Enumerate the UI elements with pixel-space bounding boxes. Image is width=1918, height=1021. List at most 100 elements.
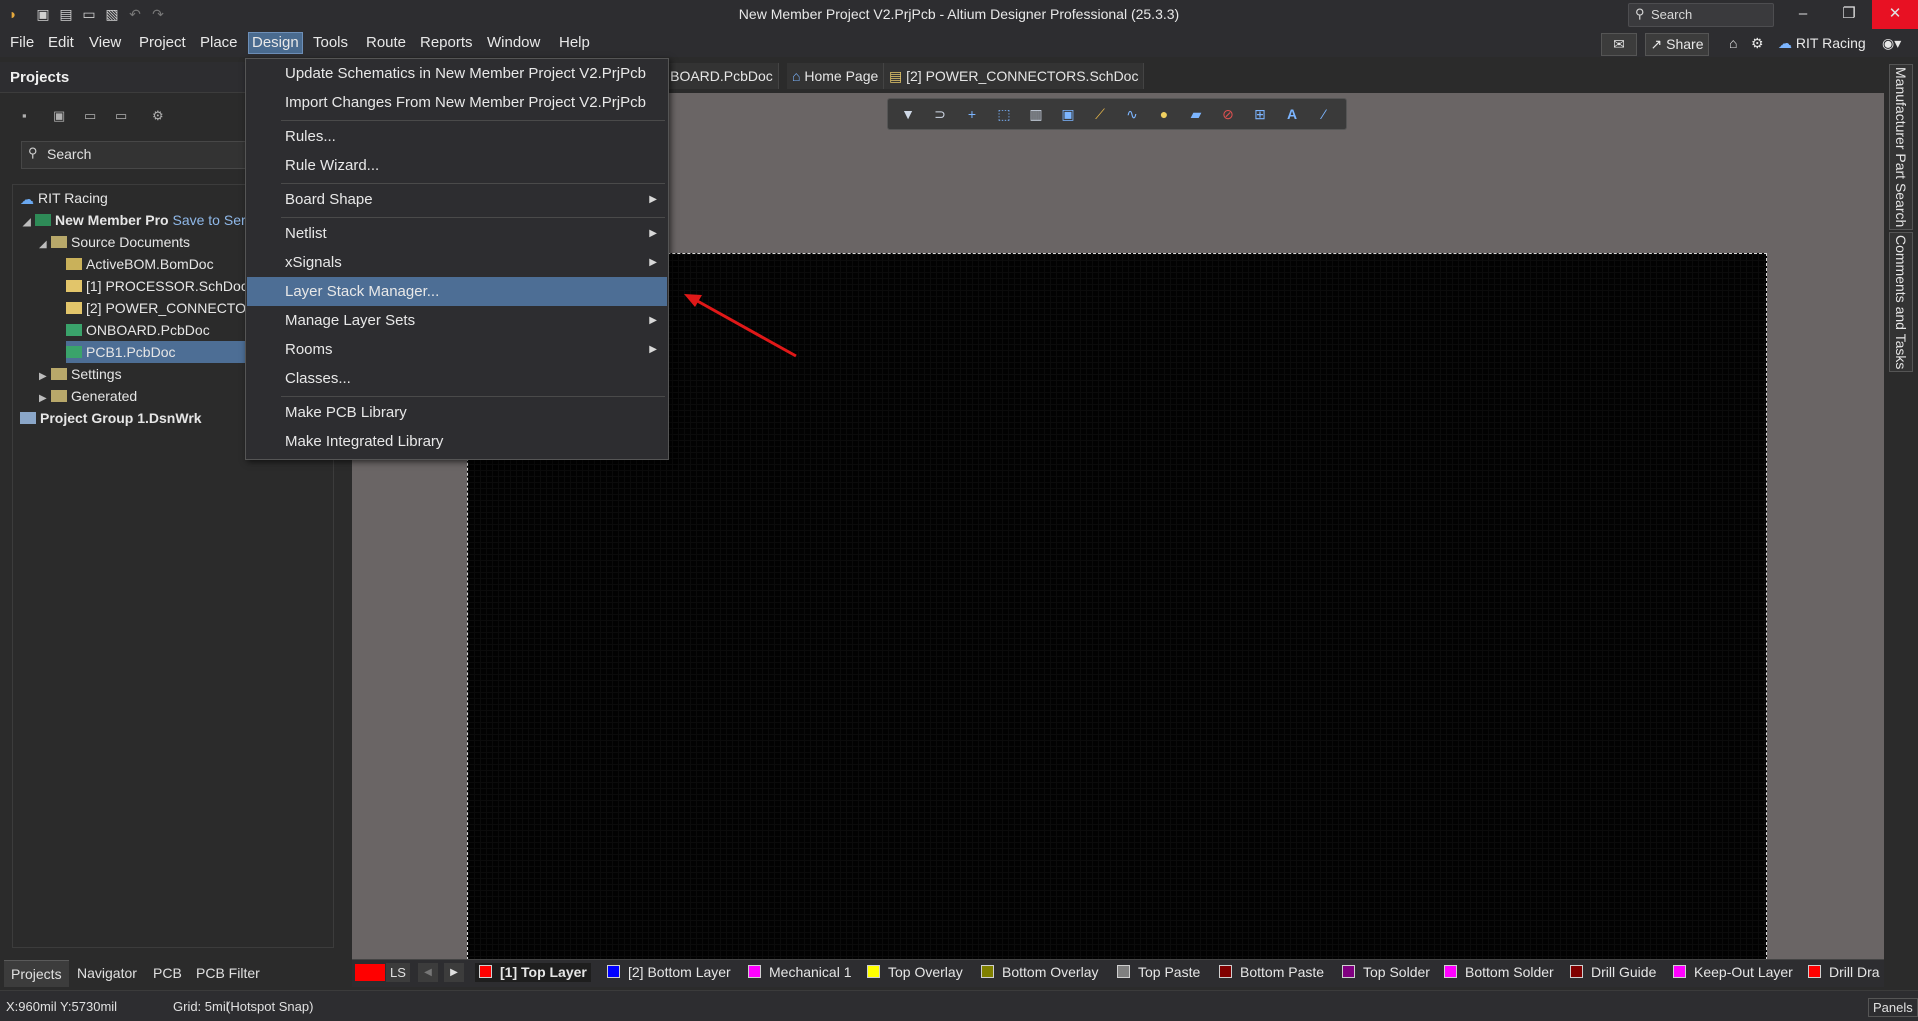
route-icon[interactable]: ⟋ bbox=[1091, 106, 1109, 122]
menu-tools[interactable]: Tools bbox=[310, 33, 351, 53]
folder-remove-icon[interactable]: ▭ bbox=[115, 108, 133, 126]
layer-set-button[interactable]: LS bbox=[386, 963, 410, 982]
menu-make-integrated-library[interactable]: Make Integrated Library bbox=[247, 427, 667, 456]
menu-update-schematics[interactable]: Update Schematics in New Member Project … bbox=[247, 59, 667, 88]
line-icon[interactable]: ⁄ bbox=[1315, 106, 1333, 122]
menu-design[interactable]: Design bbox=[248, 32, 303, 54]
menu-rooms[interactable]: Rooms ▶ bbox=[247, 335, 667, 364]
comments-and-tasks-tab[interactable]: Comments and Tasks bbox=[1889, 232, 1913, 372]
layer-tab[interactable]: [2] Bottom Layer bbox=[607, 963, 731, 982]
menu-xsignals[interactable]: xSignals ▶ bbox=[247, 248, 667, 277]
menu-board-shape[interactable]: Board Shape ▶ bbox=[247, 185, 667, 214]
collapse-arrow-icon[interactable]: ◢ bbox=[39, 234, 51, 256]
folder-add-icon[interactable]: ▭ bbox=[84, 108, 102, 126]
user-icon[interactable]: ◉▾ bbox=[1882, 33, 1901, 54]
gear-icon[interactable]: ⚙ bbox=[1751, 33, 1764, 54]
place-component-icon[interactable]: ▣ bbox=[1059, 106, 1077, 122]
menu-help[interactable]: Help bbox=[556, 33, 593, 53]
share-button[interactable]: ↗ Share bbox=[1645, 33, 1709, 56]
layer-scroll-left-icon[interactable]: ◀ bbox=[418, 963, 438, 982]
tree-file[interactable]: [1] PROCESSOR.SchDoc bbox=[66, 275, 248, 297]
layer-tab[interactable]: [1] Top Layer bbox=[475, 963, 591, 982]
layer-tab[interactable]: Mechanical 1 bbox=[748, 963, 852, 982]
menu-project[interactable]: Project bbox=[136, 33, 189, 53]
panels-button[interactable]: Panels bbox=[1868, 998, 1918, 1017]
layer-tab-label: Bottom Solder bbox=[1465, 964, 1554, 980]
feedback-icon[interactable]: ✉ bbox=[1601, 33, 1637, 56]
cross-select-icon[interactable]: + bbox=[963, 106, 981, 122]
minimize-button[interactable]: – bbox=[1780, 0, 1826, 29]
menu-route[interactable]: Route bbox=[363, 33, 409, 53]
menu-reports[interactable]: Reports bbox=[417, 33, 476, 53]
doc-tab-onboard[interactable]: NBOARD.PcbDoc bbox=[655, 63, 779, 89]
save-to-server-link[interactable]: Save to Ser bbox=[172, 212, 245, 228]
menu-rule-wizard[interactable]: Rule Wizard... bbox=[247, 151, 667, 180]
global-search[interactable]: ⚲ Search bbox=[1628, 3, 1774, 27]
align-icon[interactable]: ▥ bbox=[1027, 106, 1045, 122]
save-icon[interactable]: ▪ bbox=[22, 108, 40, 126]
snap-icon[interactable]: ⊃ bbox=[931, 106, 949, 122]
layer-color-swatch bbox=[1808, 965, 1821, 978]
tree-workspace[interactable]: ☁ RIT Racing bbox=[20, 187, 108, 209]
collapse-arrow-icon[interactable]: ◢ bbox=[23, 212, 35, 234]
menu-classes[interactable]: Classes... bbox=[247, 364, 667, 393]
tree-file[interactable]: ActiveBOM.BomDoc bbox=[66, 253, 214, 275]
layer-tab[interactable]: Top Solder bbox=[1342, 963, 1430, 982]
tree-folder-generated[interactable]: ▶ Generated bbox=[39, 385, 137, 407]
tree-file[interactable]: [2] POWER_CONNECTORS bbox=[66, 297, 265, 319]
menu-make-pcb-library[interactable]: Make PCB Library bbox=[247, 398, 667, 427]
via-icon[interactable]: ● bbox=[1155, 106, 1173, 122]
menu-rules[interactable]: Rules... bbox=[247, 122, 667, 151]
folder-icon bbox=[51, 236, 67, 248]
doc-tab-power-connectors-label: [2] POWER_CONNECTORS.SchDoc bbox=[906, 68, 1139, 84]
layer-tab[interactable]: Bottom Solder bbox=[1444, 963, 1554, 982]
tab-navigator[interactable]: Navigator bbox=[70, 960, 144, 986]
dimension-icon[interactable]: ⊞ bbox=[1251, 106, 1269, 122]
menu-layer-stack-manager[interactable]: Layer Stack Manager... bbox=[247, 277, 667, 306]
layer-tab[interactable]: Bottom Paste bbox=[1219, 963, 1324, 982]
menu-item-label: Make Integrated Library bbox=[285, 433, 444, 450]
layer-tab[interactable]: Top Paste bbox=[1117, 963, 1200, 982]
diff-pair-icon[interactable]: ∿ bbox=[1123, 106, 1141, 122]
menu-edit[interactable]: Edit bbox=[45, 33, 77, 53]
text-icon[interactable]: A bbox=[1283, 106, 1301, 122]
menu-place[interactable]: Place bbox=[197, 33, 241, 53]
tree-folder-settings[interactable]: ▶ Settings bbox=[39, 363, 122, 385]
layer-tab[interactable]: Keep-Out Layer bbox=[1673, 963, 1793, 982]
home-icon[interactable]: ⌂ bbox=[1729, 33, 1737, 54]
polygon-icon[interactable]: ▰ bbox=[1187, 106, 1205, 122]
restore-button[interactable]: ❐ bbox=[1826, 0, 1872, 29]
layer-scroll-right-icon[interactable]: ▶ bbox=[444, 963, 464, 982]
menu-file[interactable]: File bbox=[7, 33, 37, 53]
workspace-button[interactable]: ☁ RIT Racing bbox=[1778, 33, 1866, 54]
close-button[interactable]: ✕ bbox=[1872, 0, 1918, 29]
copy-icon[interactable]: ▣ bbox=[53, 108, 71, 126]
keepout-icon[interactable]: ⊘ bbox=[1219, 106, 1237, 122]
doc-tab-power-connectors[interactable]: ▤ [2] POWER_CONNECTORS.SchDoc bbox=[884, 63, 1145, 89]
menu-import-changes[interactable]: Import Changes From New Member Project V… bbox=[247, 88, 667, 117]
menu-manage-layer-sets[interactable]: Manage Layer Sets ▶ bbox=[247, 306, 667, 335]
tab-pcb[interactable]: PCB bbox=[146, 960, 189, 986]
layer-tab[interactable]: Drill Guide bbox=[1570, 963, 1656, 982]
current-layer-swatch[interactable] bbox=[355, 964, 385, 981]
workspace-label: RIT Racing bbox=[1795, 35, 1866, 51]
layer-tab[interactable]: Top Overlay bbox=[867, 963, 963, 982]
tab-projects[interactable]: Projects bbox=[4, 960, 69, 987]
menu-window[interactable]: Window bbox=[484, 33, 543, 53]
layer-tab[interactable]: Drill Dra bbox=[1808, 963, 1880, 982]
cloud-icon: ☁ bbox=[1778, 35, 1792, 51]
tree-file-selected[interactable]: PCB1.PcbDoc bbox=[66, 341, 255, 363]
select-rect-icon[interactable]: ⬚ bbox=[995, 106, 1013, 122]
menu-view[interactable]: View bbox=[86, 33, 124, 53]
tab-pcb-filter[interactable]: PCB Filter bbox=[189, 960, 267, 986]
settings-icon[interactable]: ⚙ bbox=[152, 108, 170, 126]
filter-icon[interactable]: ▼ bbox=[899, 106, 917, 122]
doc-tab-home[interactable]: ⌂ Home Page bbox=[787, 63, 885, 89]
tree-folder-source[interactable]: ◢ Source Documents bbox=[39, 231, 190, 253]
menu-netlist[interactable]: Netlist ▶ bbox=[247, 219, 667, 248]
tree-project-group[interactable]: Project Group 1.DsnWrk bbox=[20, 407, 202, 429]
tree-file[interactable]: ONBOARD.PcbDoc bbox=[66, 319, 210, 341]
layer-tab[interactable]: Bottom Overlay bbox=[981, 963, 1098, 982]
manufacturer-part-search-tab[interactable]: Manufacturer Part Search bbox=[1889, 64, 1913, 230]
tree-project[interactable]: ◢ New Member Pro Save to Ser bbox=[23, 209, 246, 231]
